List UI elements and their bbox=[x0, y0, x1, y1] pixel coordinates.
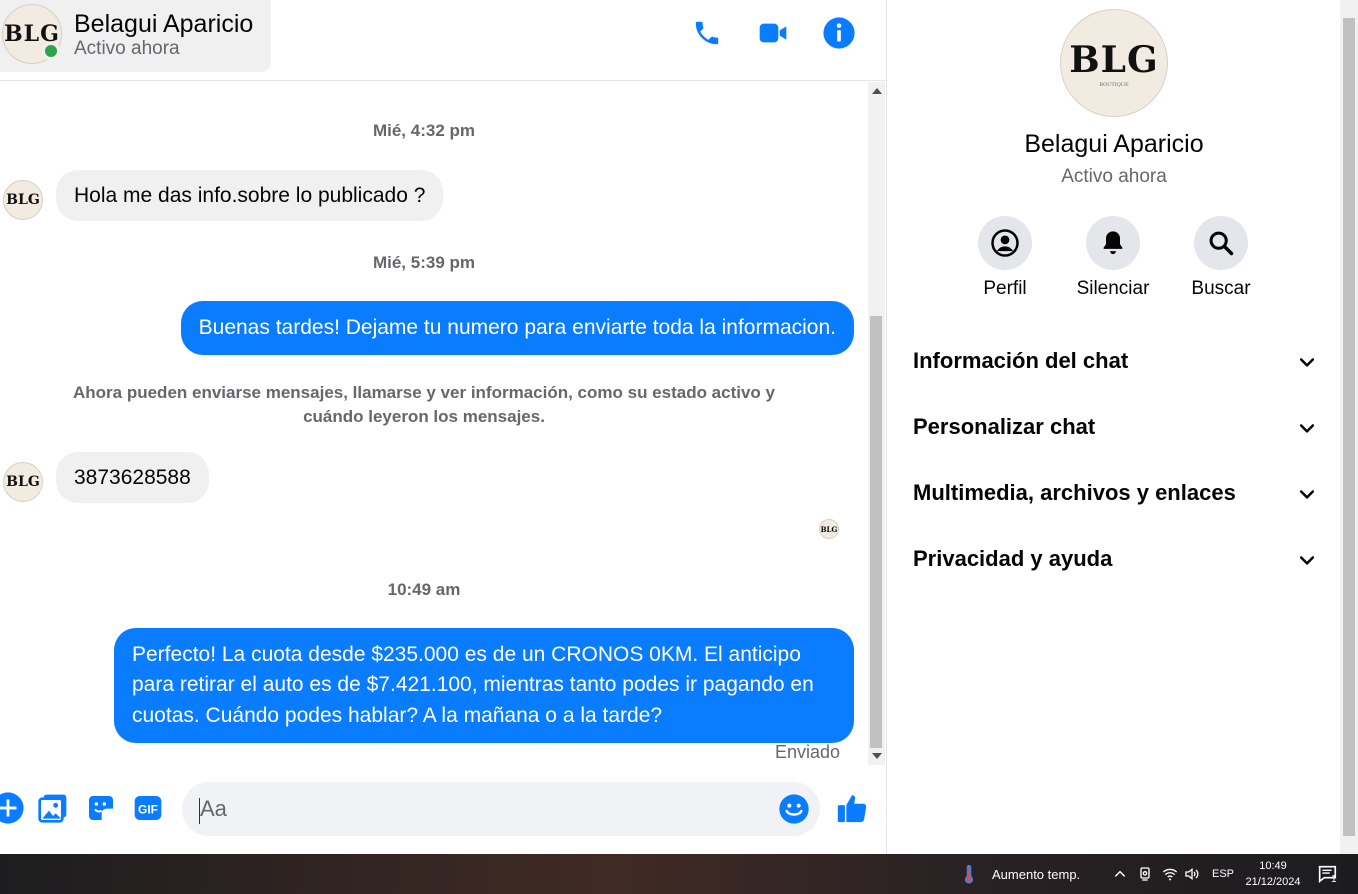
show-hidden-icons-button[interactable] bbox=[1113, 854, 1127, 894]
sticker-icon bbox=[89, 796, 113, 820]
search-label: Buscar bbox=[1191, 278, 1251, 299]
contact-status: Activo ahora bbox=[74, 38, 180, 59]
section-chat-info[interactable]: Información del chat bbox=[913, 342, 1317, 382]
network-tray-button[interactable] bbox=[1161, 854, 1179, 894]
chevron-down-icon bbox=[1299, 556, 1315, 565]
chevron-down-icon bbox=[1299, 358, 1315, 367]
bell-icon bbox=[1103, 231, 1123, 255]
volume-tray-button[interactable] bbox=[1183, 854, 1201, 894]
message-scrollbar[interactable] bbox=[868, 82, 885, 765]
page-scroll-thumb[interactable] bbox=[1343, 18, 1355, 836]
video-camera-icon bbox=[759, 23, 787, 43]
section-media-files-links[interactable]: Multimedia, archivos y enlaces bbox=[913, 474, 1317, 514]
avatar-logo-tagline: BOUTIQUE bbox=[1099, 81, 1129, 88]
thumbs-up-icon bbox=[837, 795, 867, 823]
input-language[interactable]: ESP bbox=[1212, 854, 1234, 894]
weather-text: Aumento temp. bbox=[992, 866, 1081, 882]
online-status-dot bbox=[42, 42, 60, 60]
conversation-info-button[interactable] bbox=[820, 14, 858, 52]
windows-taskbar: Aumento temp. ESP 10:49 21/12/2024 1 bbox=[0, 854, 1358, 894]
svg-text:GIF: GIF bbox=[138, 802, 158, 816]
scroll-up-arrow-icon[interactable] bbox=[872, 88, 882, 94]
section-title: Privacidad y ayuda bbox=[913, 546, 1113, 571]
profile-button[interactable]: Perfil bbox=[950, 216, 1060, 300]
info-icon bbox=[823, 17, 855, 49]
send-like-button[interactable] bbox=[834, 790, 870, 826]
thermometer-icon bbox=[964, 864, 974, 884]
delivery-status: Enviado bbox=[774, 742, 840, 762]
profile-name: Belagui Aparicio bbox=[1024, 130, 1204, 158]
voice-call-button[interactable] bbox=[688, 14, 726, 52]
chevron-down-icon bbox=[1299, 424, 1315, 433]
system-notice: Ahora pueden enviarse mensajes, llamarse… bbox=[73, 383, 775, 426]
message-list[interactable]: Mié, 4:32 pm BLG Hola me das info.sobre … bbox=[0, 82, 868, 768]
outgoing-message[interactable]: Perfecto! La cuota desde $235.000 es de … bbox=[114, 628, 854, 744]
outgoing-message[interactable]: Buenas tardes! Dejame tu numero para env… bbox=[180, 301, 854, 356]
photo-icon bbox=[38, 794, 67, 823]
sticker-button[interactable] bbox=[83, 790, 119, 826]
profile-status: Activo ahora bbox=[1061, 166, 1167, 187]
attach-photo-button[interactable] bbox=[35, 790, 71, 826]
conversation-details-panel: BLG BOUTIQUE Belagui Aparicio Activo aho… bbox=[886, 0, 1340, 854]
sender-avatar: BLG bbox=[3, 462, 43, 502]
read-receipt-avatar: BLG bbox=[819, 519, 839, 539]
scroll-down-arrow-icon[interactable] bbox=[872, 753, 882, 759]
timestamp: Mié, 5:39 pm bbox=[372, 253, 476, 272]
contact-header-button[interactable]: BLG Belagui Aparicio Activo ahora bbox=[0, 0, 271, 72]
chevron-up-icon bbox=[1114, 870, 1126, 877]
search-icon bbox=[1209, 231, 1234, 256]
profile-avatar[interactable]: BLG BOUTIQUE bbox=[1060, 9, 1168, 117]
taskbar-clock[interactable]: 10:49 21/12/2024 bbox=[1238, 858, 1308, 890]
page-scrollbar[interactable] bbox=[1340, 0, 1358, 854]
emoji-icon bbox=[779, 794, 809, 824]
section-privacy-help[interactable]: Privacidad y ayuda bbox=[913, 540, 1317, 580]
profile-icon bbox=[991, 229, 1019, 257]
sender-avatar: BLG bbox=[3, 180, 43, 220]
gif-icon: GIF bbox=[134, 796, 162, 820]
clock-date: 21/12/2024 bbox=[1245, 876, 1301, 888]
clock-time: 10:49 bbox=[1259, 860, 1287, 872]
video-call-button[interactable] bbox=[754, 14, 792, 52]
timestamp: 10:49 am bbox=[387, 580, 461, 599]
contact-name: Belagui Aparicio bbox=[74, 10, 254, 38]
incoming-message[interactable]: Hola me das info.sobre lo publicado ? bbox=[56, 170, 444, 222]
meet-now-tray-button[interactable] bbox=[1137, 854, 1153, 894]
scroll-thumb[interactable] bbox=[870, 316, 882, 748]
composer: GIF bbox=[0, 768, 886, 854]
text-cursor bbox=[199, 798, 200, 824]
notification-count: 1 bbox=[1331, 873, 1337, 885]
search-button[interactable]: Buscar bbox=[1166, 216, 1276, 300]
mute-button[interactable]: Silenciar bbox=[1058, 216, 1168, 300]
section-title: Multimedia, archivos y enlaces bbox=[913, 480, 1236, 505]
emoji-button[interactable] bbox=[776, 791, 812, 827]
chat-header: BLG Belagui Aparicio Activo ahora bbox=[0, 0, 886, 81]
message-input[interactable] bbox=[200, 792, 760, 826]
speaker-icon bbox=[1185, 867, 1199, 881]
profile-label: Perfil bbox=[983, 278, 1027, 299]
phone-icon bbox=[695, 21, 719, 45]
section-customize-chat[interactable]: Personalizar chat bbox=[913, 408, 1317, 448]
wifi-icon bbox=[1162, 868, 1178, 881]
timestamp: Mié, 4:32 pm bbox=[372, 121, 476, 140]
gif-button[interactable]: GIF bbox=[130, 790, 166, 826]
messenger-window: BLG Belagui Aparicio Activo ahora Mié, 4… bbox=[0, 0, 1358, 854]
section-title: Personalizar chat bbox=[913, 414, 1096, 439]
more-actions-button[interactable] bbox=[0, 790, 26, 826]
mute-label: Silenciar bbox=[1076, 278, 1150, 299]
incoming-message[interactable]: 3873628588 bbox=[56, 452, 209, 504]
notifications-button[interactable]: 1 bbox=[1316, 854, 1344, 894]
plus-circle-icon bbox=[0, 792, 24, 824]
device-icon bbox=[1140, 867, 1150, 881]
avatar-logo-text: BLG bbox=[1069, 38, 1159, 81]
section-title: Información del chat bbox=[913, 348, 1129, 373]
chevron-down-icon bbox=[1299, 490, 1315, 499]
weather-widget[interactable]: Aumento temp. bbox=[958, 854, 1080, 894]
message-input-container[interactable] bbox=[182, 782, 820, 836]
